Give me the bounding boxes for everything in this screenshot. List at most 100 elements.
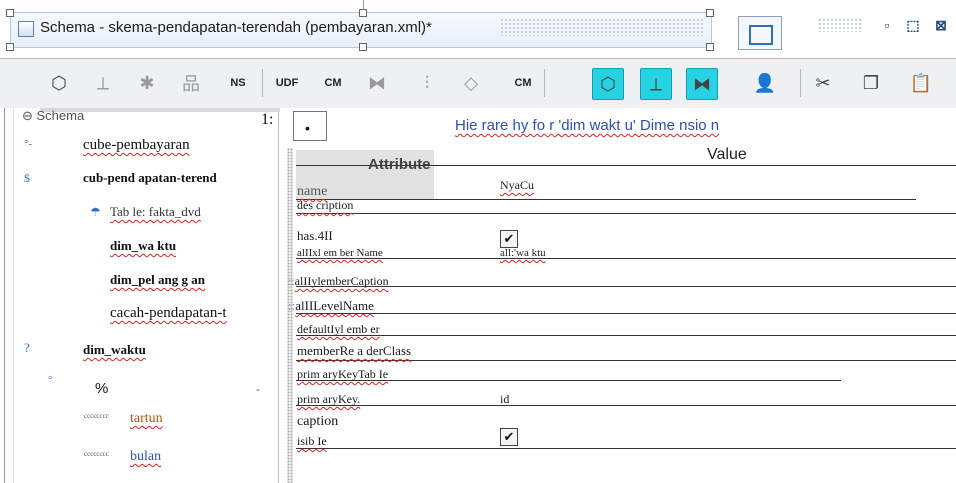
add-udf-button[interactable]: UDF bbox=[272, 68, 302, 98]
link-icon: ⧓ bbox=[368, 72, 386, 93]
virtual-cube-icon: ⬡ bbox=[600, 73, 616, 94]
resize-handle[interactable] bbox=[359, 43, 367, 51]
restore-button[interactable]: ▫ bbox=[876, 14, 898, 36]
grid-line bbox=[296, 258, 956, 259]
folder-icon: ⊖ bbox=[22, 108, 37, 123]
toolbar-separator bbox=[262, 69, 263, 97]
property-value[interactable]: id bbox=[500, 392, 509, 407]
tree-gutter bbox=[4, 108, 14, 483]
close-button[interactable]: ⊠ bbox=[930, 14, 952, 36]
add-measure-button[interactable]: ⟂ bbox=[88, 68, 118, 98]
resize-handle[interactable] bbox=[6, 9, 14, 17]
clipboard-icon: 📋 bbox=[909, 72, 933, 93]
table-icon: ☂ bbox=[90, 205, 101, 219]
grid-line bbox=[296, 405, 956, 406]
dimension-icon: 品 bbox=[182, 74, 200, 94]
resize-handle[interactable] bbox=[6, 43, 14, 51]
window-title: Schema - skema-pendapatan-terendah (pemb… bbox=[40, 19, 432, 36]
tree-marker: ° bbox=[48, 374, 53, 386]
add-level-button[interactable]: ⫶ bbox=[412, 68, 442, 98]
tree-marker: cccccccc bbox=[84, 412, 109, 420]
property-name[interactable]: caption bbox=[297, 414, 338, 430]
has-all-checkbox[interactable]: ✔ bbox=[500, 230, 518, 248]
add-virtual-cube-button[interactable]: ⬡ bbox=[592, 68, 624, 100]
add-named-set-button[interactable]: NS bbox=[223, 68, 253, 98]
grid-line bbox=[296, 313, 956, 314]
property-name[interactable]: alIIxl em ber Name bbox=[297, 247, 383, 259]
tree-item-measure[interactable]: cacah-pendapatan-t bbox=[110, 305, 227, 322]
property-value[interactable]: all:'wa ktu bbox=[500, 247, 546, 259]
property-name[interactable]: defaultIyl emb er bbox=[297, 322, 380, 337]
tree-item-level-bulan[interactable]: bulan bbox=[130, 449, 161, 465]
resize-handle[interactable] bbox=[359, 9, 367, 17]
grid-line bbox=[296, 360, 956, 361]
virtual-measure-icon: ⟂ bbox=[649, 73, 662, 94]
property-icon: ◇ bbox=[464, 72, 478, 93]
resize-handle[interactable] bbox=[706, 43, 714, 51]
editor-title: Hie rare hy fo r 'dim wakt u' Dime nsio … bbox=[455, 117, 720, 134]
property-name[interactable]: isib Ie bbox=[297, 434, 327, 449]
tree-item-dim-pelanggan[interactable]: dim_pel ang g an bbox=[110, 272, 205, 288]
tree-marker: $ bbox=[24, 171, 30, 185]
grid-line bbox=[296, 448, 956, 449]
property-name[interactable]: memberRe a derClass bbox=[297, 343, 411, 359]
grid-line bbox=[296, 335, 956, 336]
toolbar-separator bbox=[544, 69, 545, 97]
add-cube-button[interactable]: ⬡ bbox=[44, 68, 74, 98]
add-cm-property-button[interactable]: CM bbox=[508, 68, 538, 98]
add-cube-member-button[interactable]: CM bbox=[318, 68, 348, 98]
tree-item-cube-pendapatan[interactable]: cub-pend apatan-terend bbox=[83, 170, 217, 186]
tree-item-cube[interactable]: cube-pembayaran bbox=[83, 137, 190, 154]
property-name[interactable]: ::alIIylemberCaption bbox=[288, 274, 389, 289]
add-link-button[interactable]: ⧓ bbox=[362, 68, 392, 98]
grid-line bbox=[296, 286, 956, 287]
add-property-button[interactable]: ◇ bbox=[456, 68, 486, 98]
tree-collapse-toggle[interactable]: - bbox=[256, 382, 260, 397]
tree-item-dim-waktu[interactable]: dim_wa ktu bbox=[110, 238, 176, 254]
property-name[interactable]: has.4II bbox=[297, 228, 333, 244]
layout-toggle-button[interactable] bbox=[738, 16, 782, 50]
resize-handle[interactable] bbox=[706, 9, 714, 17]
value-header-label: Value bbox=[707, 146, 747, 163]
copy-button[interactable]: ❐ bbox=[856, 68, 886, 98]
tree-corner-label: 1: bbox=[261, 111, 274, 128]
add-calculated-member-button[interactable]: ✱ bbox=[132, 68, 162, 98]
tree-root-schema[interactable]: ⊖ Schema bbox=[22, 108, 84, 124]
title-grip bbox=[500, 18, 705, 36]
schema-window-icon bbox=[18, 21, 34, 37]
breadcrumb[interactable] bbox=[293, 111, 327, 141]
tree-marker: °- bbox=[24, 138, 33, 150]
visible-checkbox[interactable]: ✔ bbox=[500, 428, 518, 446]
scissors-icon: ✂ bbox=[815, 72, 831, 93]
add-role-button[interactable]: 👤 bbox=[750, 68, 780, 98]
property-name[interactable]: ::alIILevelName bbox=[288, 298, 374, 314]
property-name[interactable]: prim aryKey. bbox=[297, 392, 360, 407]
tree-item-level-tahun[interactable]: tartun bbox=[130, 411, 163, 427]
grid-row-gutter bbox=[287, 148, 293, 483]
paste-button[interactable]: 📋 bbox=[906, 68, 936, 98]
window-layout-icon bbox=[749, 25, 773, 45]
cut-button[interactable]: ✂ bbox=[808, 68, 838, 98]
property-value[interactable]: NyaCu bbox=[500, 178, 534, 193]
toolbar: ⬡ ⟂ ✱ 品 NS UDF CM ⧓ ⫶ ◇ CM ⬡ ⟂ ⧓ 👤 ✂ ❐ 📋 bbox=[0, 58, 956, 110]
grid-line bbox=[296, 199, 916, 200]
property-name[interactable]: des cription bbox=[297, 198, 353, 213]
maximize-button[interactable]: ⬚ bbox=[902, 14, 924, 36]
add-virtual-measure-button[interactable]: ⟂ bbox=[640, 68, 672, 100]
measure-icon: ⟂ bbox=[96, 72, 109, 93]
calculated-member-icon: ✱ bbox=[139, 72, 155, 93]
title-grip bbox=[818, 18, 862, 32]
tree-marker: cccccccc bbox=[84, 450, 109, 458]
property-name[interactable]: prim aryKeyTab Ie bbox=[297, 367, 388, 382]
add-dimension-button[interactable]: 品 bbox=[176, 68, 206, 98]
cube-icon: ⬡ bbox=[51, 72, 67, 93]
grid-line bbox=[296, 165, 956, 166]
breadcrumb-dot: • bbox=[305, 120, 310, 136]
tree-marker: ? bbox=[24, 340, 30, 355]
tree-item-hierarchy[interactable]: % bbox=[95, 380, 108, 397]
add-virtual-link-button[interactable]: ⧓ bbox=[686, 68, 718, 100]
toolbar-separator bbox=[800, 69, 801, 97]
level-icon: ⫶ bbox=[424, 72, 430, 93]
tree-item-table[interactable]: Tab le: fakta_dvd bbox=[110, 204, 201, 220]
tree-item-dim-waktu-dimension[interactable]: dim_waktu bbox=[83, 342, 146, 358]
